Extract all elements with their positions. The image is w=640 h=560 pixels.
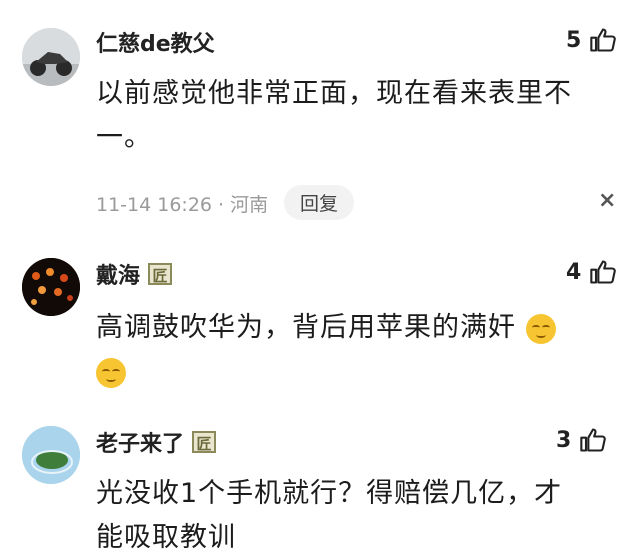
comment-text-line: 能吸取教训 [96, 522, 236, 553]
avatar[interactable] [22, 426, 80, 484]
username[interactable]: 仁慈de教父 [96, 26, 215, 58]
username-text: 戴海 [96, 264, 141, 289]
username[interactable]: 老子来了 匠 [96, 426, 217, 458]
thumbs-up-icon [590, 260, 617, 284]
username[interactable]: 戴海 匠 [96, 258, 173, 290]
comment-text-line: 高调鼓吹华为，背后用苹果的满奸 [96, 306, 556, 350]
smirk-emoji-icon [96, 357, 126, 388]
comment-text-line: 一。 [96, 122, 152, 153]
avatar[interactable] [22, 28, 80, 86]
like-button[interactable]: 5 [566, 26, 617, 54]
username-text: 老子来了 [96, 432, 185, 457]
lights-avatar-icon [22, 258, 80, 316]
comment-text: 以前感觉他非常正面，现在看来表里不 一。 [96, 72, 572, 160]
level-badge: 匠 [192, 431, 217, 453]
reply-button[interactable]: 回复 [284, 185, 355, 220]
like-button[interactable]: 3 [556, 426, 607, 454]
avatar[interactable] [22, 258, 80, 316]
like-count: 3 [556, 427, 572, 453]
comment-text-content: 高调鼓吹华为，背后用苹果的满奸 [96, 312, 516, 343]
comment-meta: 11-14 16:26 · 河南 [96, 194, 269, 216]
comment-text-line: 以前感觉他非常正面，现在看来表里不 [96, 78, 572, 109]
smirk-emoji-icon [525, 313, 556, 344]
comment-text-line: 光没收1个手机就行？得赔偿几亿，才 [96, 478, 563, 509]
like-count: 5 [566, 27, 582, 53]
like-button[interactable]: 4 [566, 258, 617, 286]
like-count: 4 [566, 259, 582, 285]
comment-text-line [96, 350, 556, 394]
close-icon[interactable]: × [598, 188, 616, 213]
level-badge: 匠 [148, 263, 173, 285]
comment-text: 高调鼓吹华为，背后用苹果的满奸 [96, 306, 556, 394]
island-avatar-icon [22, 426, 80, 484]
motorcycle-avatar-icon [22, 28, 80, 86]
thumbs-up-icon [580, 428, 607, 452]
thumbs-up-icon [590, 28, 617, 52]
username-text: 仁慈de教父 [96, 32, 215, 57]
comment-text: 光没收1个手机就行？得赔偿几亿，才 能吸取教训 [96, 472, 562, 560]
